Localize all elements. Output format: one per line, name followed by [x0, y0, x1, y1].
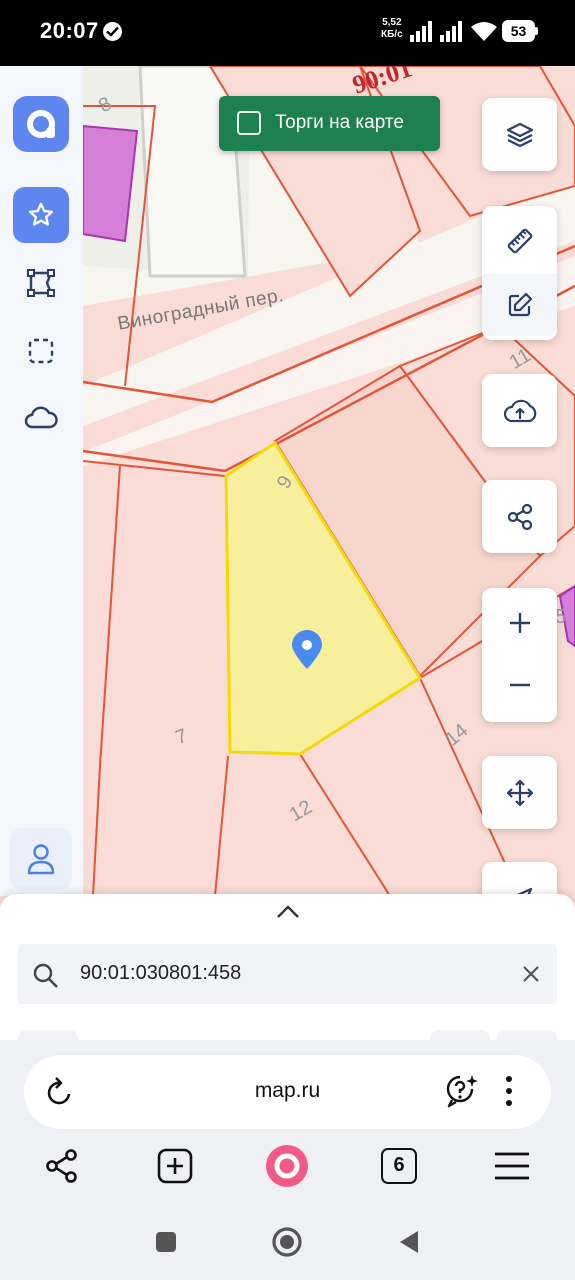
layers-icon — [506, 122, 533, 147]
browser-toolbar: map.ru 6 — [0, 1040, 575, 1214]
ai-assistant-icon[interactable] — [444, 1073, 480, 1109]
signal-2-icon — [440, 21, 462, 42]
status-bar: 20:07 5,52 КБ/с 53 — [0, 0, 575, 66]
status-time: 20:07 — [40, 18, 99, 43]
back-icon[interactable] — [398, 1229, 420, 1255]
tabs-count-button[interactable]: 6 — [381, 1148, 417, 1184]
network-speed: 5,52 КБ/с — [381, 17, 403, 41]
share-icon — [507, 503, 532, 530]
tools-panel — [482, 206, 557, 340]
edit-icon — [508, 292, 532, 317]
torgi-toggle[interactable]: Торги на карте — [219, 96, 440, 151]
address-bar[interactable]: map.ru — [24, 1055, 551, 1129]
share-panel — [482, 480, 557, 553]
layers-panel — [482, 98, 557, 171]
new-tab-icon[interactable] — [157, 1148, 193, 1184]
network-speed-unit: КБ/с — [381, 29, 403, 40]
battery-icon: 53 — [502, 20, 538, 42]
tabs-count: 6 — [393, 1154, 405, 1176]
signal-icon — [410, 21, 432, 42]
cloud-upload-button[interactable] — [482, 374, 557, 447]
left-sidebar — [0, 66, 83, 896]
zoom-out-button[interactable] — [482, 654, 557, 716]
app-screen: Виноградный пер. 90:01 8 9 11 7 12 14 5 — [0, 66, 575, 1214]
cloud-button[interactable] — [20, 398, 62, 440]
network-speed-value: 5,52 — [382, 17, 402, 28]
more-vertical-icon[interactable] — [503, 1073, 515, 1109]
clear-icon[interactable] — [521, 964, 541, 984]
search-bar[interactable]: 90:01:030801:458 — [18, 944, 557, 1004]
select-area-button[interactable] — [20, 330, 62, 372]
app-logo-icon[interactable] — [13, 96, 69, 152]
move-button[interactable] — [482, 756, 557, 829]
chevron-up-icon[interactable] — [275, 904, 301, 920]
home-icon[interactable] — [271, 1226, 303, 1258]
check-circle-icon — [103, 22, 122, 41]
ruler-icon — [507, 228, 532, 254]
zoom-panel — [482, 588, 557, 722]
alice-icon[interactable] — [264, 1144, 310, 1188]
cloud-icon — [24, 406, 58, 429]
layers-button[interactable] — [482, 98, 557, 171]
user-icon — [27, 844, 55, 875]
plus-icon — [509, 613, 530, 633]
menu-icon[interactable] — [493, 1148, 531, 1184]
profile-button[interactable] — [10, 828, 72, 890]
wifi-icon — [471, 22, 497, 41]
move-icon — [506, 779, 533, 806]
torgi-label: Торги на карте — [275, 112, 404, 133]
zoom-in-button[interactable] — [482, 592, 557, 654]
polygon-draw-button[interactable] — [20, 262, 62, 304]
dashed-square-icon — [28, 338, 54, 364]
favorites-button[interactable] — [13, 187, 69, 243]
share-button[interactable] — [482, 480, 557, 553]
ruler-button[interactable] — [482, 210, 557, 272]
search-input[interactable]: 90:01:030801:458 — [80, 962, 241, 985]
move-panel — [482, 756, 557, 829]
location-pin-icon[interactable] — [290, 630, 324, 670]
torgi-checkbox[interactable] — [237, 111, 261, 135]
minus-icon — [509, 683, 530, 687]
system-nav-bar — [0, 1214, 575, 1280]
battery-level: 53 — [502, 20, 535, 42]
search-icon — [33, 963, 58, 988]
polygon-draw-icon — [27, 269, 55, 297]
recents-icon[interactable] — [155, 1231, 177, 1253]
star-icon — [28, 202, 54, 226]
edit-button[interactable] — [482, 274, 557, 336]
upload-panel — [482, 374, 557, 447]
cloud-upload-icon — [503, 399, 536, 422]
share-icon-browser[interactable] — [44, 1148, 80, 1184]
